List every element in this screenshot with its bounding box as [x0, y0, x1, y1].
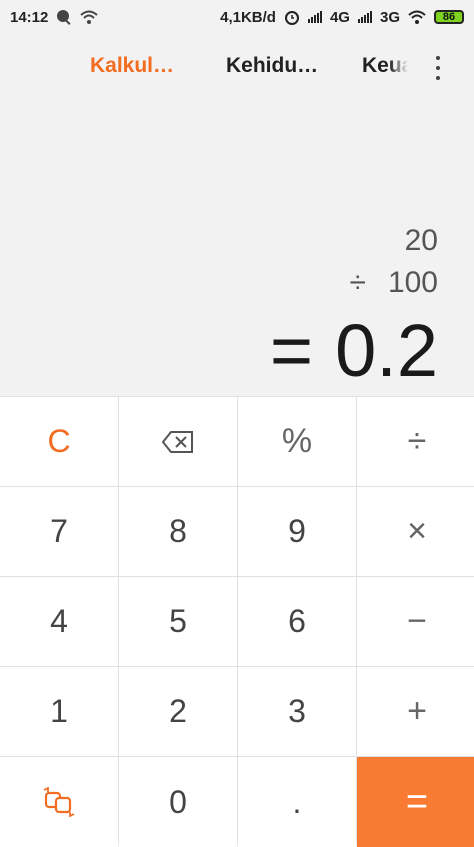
operand-2: 100 [387, 266, 438, 299]
divide-button[interactable]: ÷ [357, 397, 474, 486]
keypad: C % ÷ 7 8 9 × 4 5 6 − 1 2 3 + 0 . = [0, 396, 474, 847]
swap-icon [43, 787, 75, 817]
more-options-icon[interactable] [432, 56, 444, 80]
network-speed: 4,1KB/d [220, 8, 276, 26]
tab-calculator[interactable]: Kalkul… [90, 54, 174, 78]
search-icon [57, 10, 71, 25]
clock: 14:12 [10, 8, 49, 26]
operand-1: 20 [404, 224, 438, 257]
digit-5-button[interactable]: 5 [119, 577, 237, 666]
status-bar: 14:12 4,1KB/d 4G 3G 86 [0, 0, 474, 34]
digit-3-button[interactable]: 3 [238, 667, 356, 756]
equals-button[interactable]: = [357, 757, 474, 847]
wifi-icon [80, 10, 99, 24]
tab-life[interactable]: Kehidu… [226, 54, 318, 78]
subtract-button[interactable]: − [357, 577, 474, 666]
decimal-button[interactable]: . [238, 757, 356, 847]
signal-icon [307, 11, 322, 23]
result-line: = 0.2 [270, 314, 438, 388]
percent-button[interactable]: % [238, 397, 356, 486]
calculator-display: 20 ÷ 100 = 0.2 [0, 100, 474, 396]
add-button[interactable]: + [357, 667, 474, 756]
digit-6-button[interactable]: 6 [238, 577, 356, 666]
alarm-icon [284, 11, 299, 25]
digit-4-button[interactable]: 4 [0, 577, 118, 666]
operator: ÷ [349, 266, 366, 299]
tab-finance[interactable]: Keua [362, 54, 408, 78]
result-value: 0.2 [335, 309, 438, 392]
signal-icon [357, 11, 372, 23]
digit-7-button[interactable]: 7 [0, 487, 118, 576]
network-4g: 4G [329, 8, 350, 26]
network-3g: 3G [379, 8, 400, 26]
equals-sign: = [269, 309, 314, 392]
clear-button[interactable]: C [0, 397, 118, 486]
backspace-button[interactable] [119, 397, 237, 486]
digit-8-button[interactable]: 8 [119, 487, 237, 576]
digit-1-button[interactable]: 1 [0, 667, 118, 756]
digit-2-button[interactable]: 2 [119, 667, 237, 756]
digit-9-button[interactable]: 9 [238, 487, 356, 576]
mode-tabs: Kalkul… Kehidu… Keua [0, 44, 474, 92]
multiply-button[interactable]: × [357, 487, 474, 576]
backspace-icon [162, 430, 193, 453]
operation-line: ÷ 100 [349, 266, 438, 300]
wifi-icon [408, 10, 426, 24]
battery-icon: 86 [434, 10, 464, 24]
digit-0-button[interactable]: 0 [119, 757, 237, 847]
swap-mode-button[interactable] [0, 757, 118, 847]
